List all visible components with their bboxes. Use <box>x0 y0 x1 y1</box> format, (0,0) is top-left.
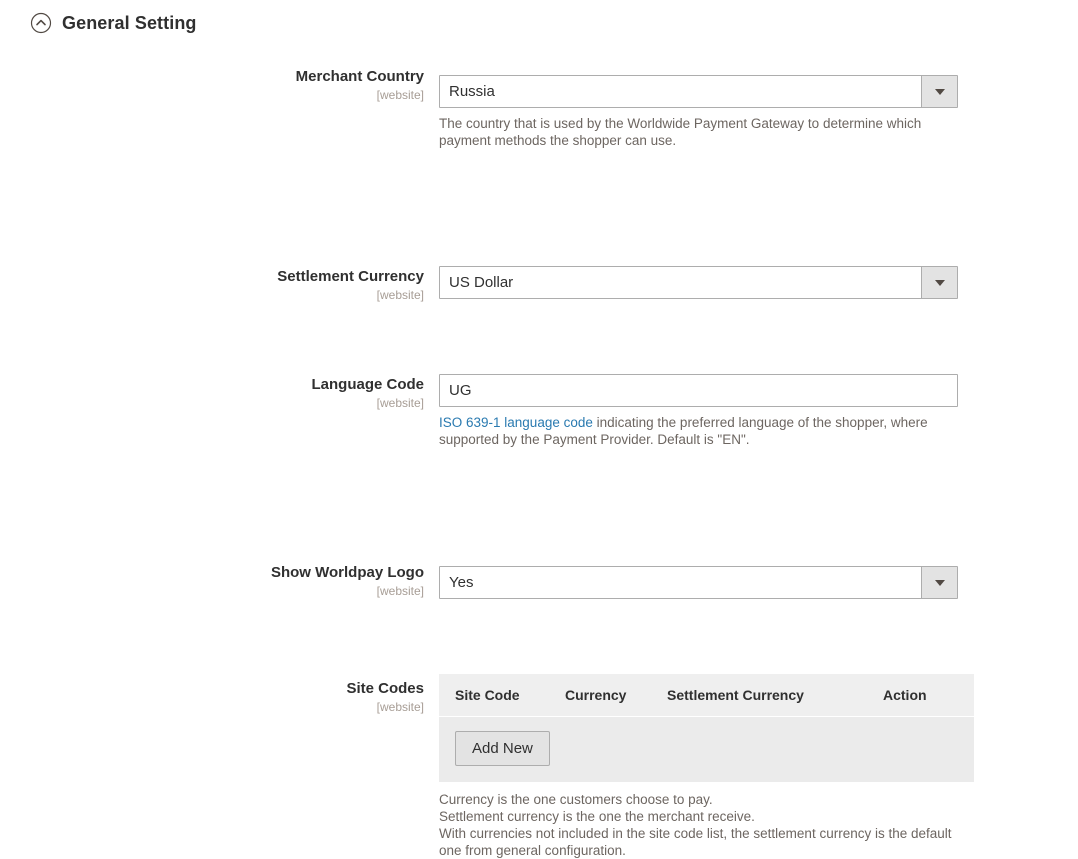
merchant-country-control: The country that is used by the Worldwid… <box>439 75 958 149</box>
section-header-general-setting[interactable]: General Setting <box>30 12 197 34</box>
show-worldpay-logo-control <box>439 566 958 599</box>
column-header-site-code: Site Code <box>439 674 565 717</box>
column-header-currency: Currency <box>565 674 667 717</box>
site-codes-label-group: Site Codes [website] <box>0 676 424 715</box>
general-setting-form: Merchant Country [website] The country t… <box>0 64 1078 858</box>
merchant-country-note: The country that is used by the Worldwid… <box>439 116 922 148</box>
table-header-row: Site Code Currency Settlement Currency A… <box>439 674 974 717</box>
show-worldpay-logo-select[interactable] <box>439 566 958 599</box>
column-header-action: Action <box>883 674 974 717</box>
merchant-country-label: Merchant Country <box>295 68 424 85</box>
site-codes-table: Site Code Currency Settlement Currency A… <box>439 674 974 782</box>
field-show-worldpay-logo: Show Worldpay Logo [website] <box>0 304 1078 599</box>
show-worldpay-logo-label: Show Worldpay Logo <box>270 564 424 581</box>
site-codes-note: Currency is the one customers choose to … <box>439 791 958 859</box>
table-row-add: Add New <box>439 716 974 782</box>
site-codes-scope: [website] <box>376 700 424 714</box>
site-codes-label: Site Codes <box>346 680 424 697</box>
field-site-codes: Site Codes [website] Site Code Currency … <box>0 358 1078 858</box>
site-codes-table-head: Site Code Currency Settlement Currency A… <box>439 674 974 717</box>
column-header-settlement-currency: Settlement Currency <box>667 674 883 717</box>
site-codes-control: Site Code Currency Settlement Currency A… <box>439 674 974 859</box>
merchant-country-label-group: Merchant Country [website] <box>0 64 424 103</box>
chevron-down-icon[interactable] <box>921 567 957 598</box>
chevron-down-icon[interactable] <box>921 76 957 107</box>
field-language-code: Language Code [website] ISO 639-1 langua… <box>0 210 1078 447</box>
merchant-country-scope: [website] <box>376 88 424 102</box>
site-codes-note-line-3: With currencies not included in the site… <box>439 826 952 858</box>
chevron-up-circle-icon <box>30 12 52 34</box>
add-new-cell: Add New <box>439 716 974 782</box>
field-merchant-country: Merchant Country [website] The country t… <box>0 64 1078 156</box>
merchant-country-select-value[interactable] <box>439 75 958 108</box>
merchant-country-select[interactable] <box>439 75 958 108</box>
add-new-button[interactable]: Add New <box>455 731 550 766</box>
page-title: General Setting <box>62 13 197 33</box>
site-codes-table-body: Add New <box>439 716 974 782</box>
site-codes-note-line-2: Settlement currency is the one the merch… <box>439 809 755 824</box>
site-codes-note-line-1: Currency is the one customers choose to … <box>439 792 713 807</box>
field-settlement-currency: Settlement Currency [website] <box>0 156 1078 302</box>
add-new-wrap: Add New <box>439 717 974 782</box>
show-worldpay-logo-scope: [website] <box>376 584 424 598</box>
show-worldpay-logo-select-value[interactable] <box>439 566 958 599</box>
